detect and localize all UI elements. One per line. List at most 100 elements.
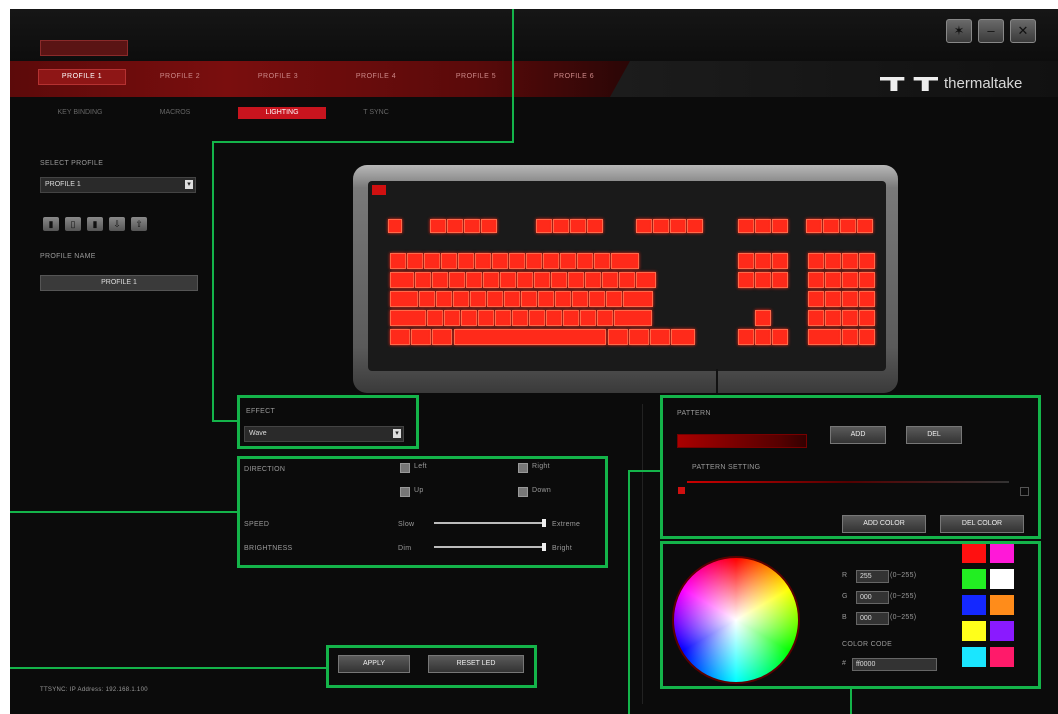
copy-icon: ▮: [92, 219, 98, 229]
keyboard-key: [509, 253, 525, 269]
delete-profile-button[interactable]: ▯: [65, 217, 81, 231]
app-logo-tag: [40, 40, 128, 56]
brightness-slider[interactable]: [434, 543, 546, 551]
color-swatch[interactable]: [990, 543, 1014, 563]
pattern-del-button[interactable]: DEL: [906, 426, 962, 444]
red-range: (0~255): [890, 572, 917, 579]
pattern-end-marker[interactable]: [1020, 487, 1029, 496]
import-profile-button[interactable]: ⇩: [109, 217, 125, 231]
color-swatch[interactable]: [962, 595, 986, 615]
blue-input[interactable]: 000: [856, 612, 889, 625]
copy-profile-button[interactable]: ▮: [87, 217, 103, 231]
color-swatch[interactable]: [962, 569, 986, 589]
callout-line: [628, 470, 661, 472]
effect-dropdown[interactable]: Wave ▾: [244, 426, 404, 442]
pattern-add-button[interactable]: ADD: [830, 426, 886, 444]
pattern-start-marker[interactable]: [678, 487, 685, 494]
import-icon: ⇩: [113, 219, 121, 229]
color-code-input[interactable]: ff0000: [852, 658, 937, 671]
settings-button[interactable]: ✶: [946, 19, 972, 43]
subtab-macros[interactable]: MACROS: [140, 107, 210, 119]
keyboard-key: [653, 219, 669, 233]
color-swatch[interactable]: [962, 543, 986, 563]
tab-profile-2[interactable]: PROFILE 2: [150, 73, 210, 85]
tab-profile-6[interactable]: PROFILE 6: [544, 73, 604, 85]
tab-profile-1[interactable]: PROFILE 1: [38, 69, 126, 85]
keyboard-key: [587, 219, 603, 233]
keyboard-key: [481, 219, 497, 233]
direction-left-label: Left: [414, 463, 427, 470]
color-swatch[interactable]: [962, 647, 986, 667]
direction-right-label: Right: [532, 463, 550, 470]
keyboard-key: [436, 291, 452, 307]
color-swatch[interactable]: [962, 621, 986, 641]
green-input[interactable]: 000: [856, 591, 889, 604]
keyboard-key: [619, 272, 635, 288]
tab-profile-4[interactable]: PROFILE 4: [346, 73, 406, 85]
keyboard-key: [521, 291, 537, 307]
del-color-button[interactable]: DEL COLOR: [940, 515, 1024, 533]
keyboard-key: [415, 272, 431, 288]
keyboard-key: [842, 310, 858, 326]
subtab-t-sync[interactable]: T SYNC: [346, 107, 406, 119]
direction-left-checkbox[interactable]: [400, 463, 410, 473]
color-code-label: COLOR CODE: [842, 641, 893, 648]
direction-up-checkbox[interactable]: [400, 487, 410, 497]
color-swatch[interactable]: [990, 621, 1014, 641]
pattern-preview-bar[interactable]: [677, 434, 807, 448]
keyboard-key: [842, 329, 858, 345]
keyboard-key: [825, 291, 841, 307]
keyboard-key: [594, 253, 610, 269]
tab-profile-3[interactable]: PROFILE 3: [248, 73, 308, 85]
keyboard-key: [859, 253, 875, 269]
keyboard-key: [487, 291, 503, 307]
keyboard-key: [738, 253, 754, 269]
keyboard-key: [842, 291, 858, 307]
add-color-button[interactable]: ADD COLOR: [842, 515, 926, 533]
keyboard-key: [500, 272, 516, 288]
speed-slider[interactable]: [434, 519, 546, 527]
speed-slider-knob[interactable]: [542, 519, 546, 527]
color-swatch[interactable]: [990, 647, 1014, 667]
color-wheel[interactable]: [672, 556, 800, 684]
chevron-down-icon: ▾: [393, 429, 401, 438]
wrench-icon: ✶: [953, 23, 965, 38]
brand-name: thermaltake: [944, 75, 1023, 92]
keyboard-key: [755, 310, 771, 326]
keyboard-key: [411, 329, 431, 345]
keyboard-key: [840, 219, 856, 233]
color-swatch[interactable]: [990, 569, 1014, 589]
color-code-hash: #: [842, 660, 847, 667]
color-swatch[interactable]: [990, 595, 1014, 615]
select-profile-dropdown[interactable]: PROFILE 1 ▾: [40, 177, 196, 193]
keyboard-key: [512, 310, 528, 326]
red-input[interactable]: 255: [856, 570, 889, 583]
keyboard-key: [424, 253, 440, 269]
close-button[interactable]: ✕: [1010, 19, 1036, 43]
keyboard-key: [606, 291, 622, 307]
apply-button[interactable]: APPLY: [338, 655, 410, 673]
callout-line: [850, 688, 852, 714]
keyboard-key: [492, 253, 508, 269]
subtab-key-binding[interactable]: KEY BINDING: [40, 107, 120, 119]
new-profile-button[interactable]: ▮: [43, 217, 59, 231]
keyboard-key: [857, 219, 873, 233]
brightness-slider-knob[interactable]: [542, 543, 546, 551]
keyboard-key: [454, 329, 606, 345]
keyboard-key: [755, 219, 771, 233]
direction-down-checkbox[interactable]: [518, 487, 528, 497]
pattern-setting-slider[interactable]: [687, 481, 1009, 483]
keyboard-key: [842, 253, 858, 269]
reset-led-button[interactable]: RESET LED: [428, 655, 524, 673]
minimize-button[interactable]: –: [978, 19, 1004, 43]
keyboard-key: [585, 272, 601, 288]
status-text: TTSYNC: IP Address: 192.168.1.100: [40, 687, 148, 693]
keyboard-key: [823, 219, 839, 233]
profile-name-field[interactable]: PROFILE 1: [40, 275, 198, 291]
keyboard-key: [470, 291, 486, 307]
direction-right-checkbox[interactable]: [518, 463, 528, 473]
export-profile-button[interactable]: ⇧: [131, 217, 147, 231]
subtab-lighting[interactable]: LIGHTING: [238, 107, 326, 119]
keyboard-key: [534, 272, 550, 288]
tab-profile-5[interactable]: PROFILE 5: [446, 73, 506, 85]
